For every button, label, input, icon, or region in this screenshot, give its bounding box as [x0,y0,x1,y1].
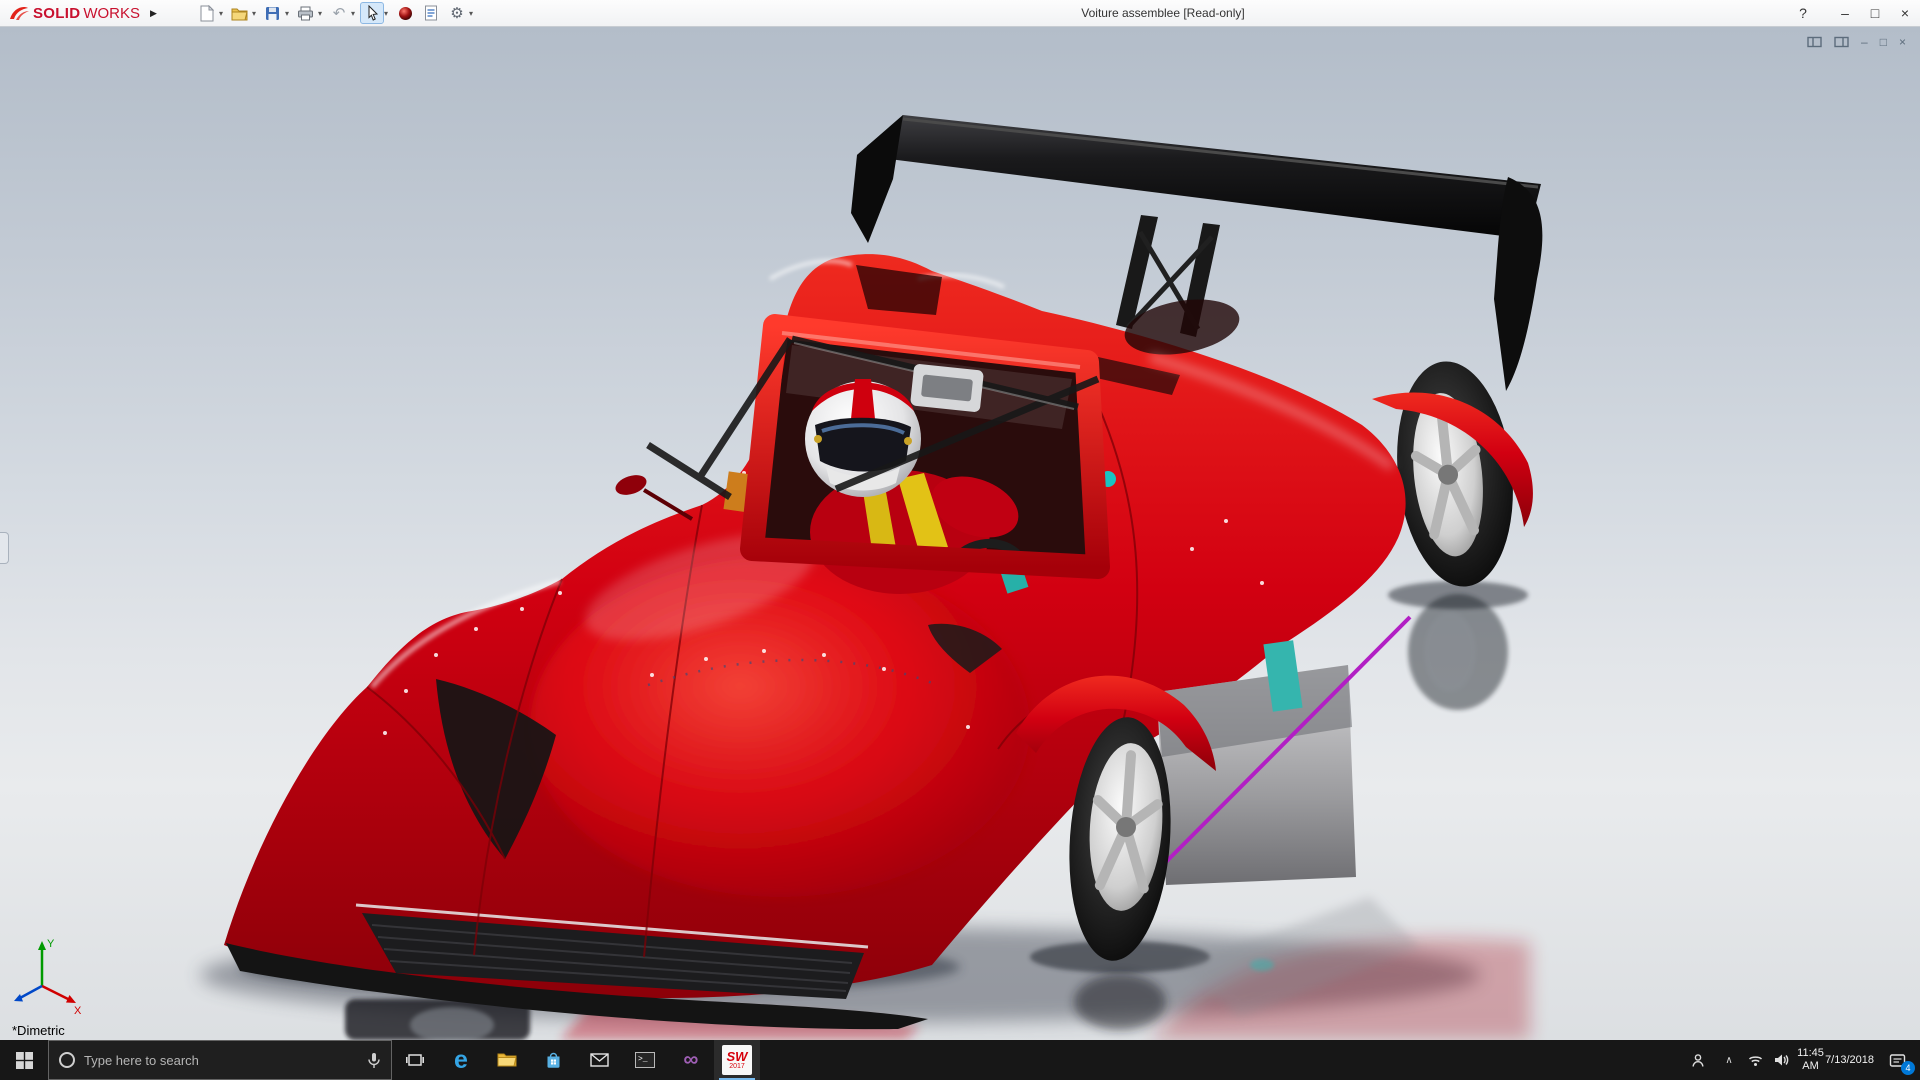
save-button[interactable] [261,2,285,24]
roof-intake [910,363,984,412]
close-button[interactable]: × [1890,0,1920,27]
featuremanager-flyout-tab[interactable] [0,532,9,564]
view-orientation-label: *Dimetric [12,1023,65,1038]
solidworks-2017-icon: SW 2017 [722,1045,752,1075]
pane-right-icon[interactable] [1834,35,1849,49]
windows-taskbar: Type here to search e [0,1040,1920,1080]
new-dropdown-caret[interactable]: ▾ [219,9,223,18]
taskbar-store-button[interactable] [530,1040,576,1080]
edge-icon: e [454,1048,468,1073]
axis-y-label: Y [47,938,55,950]
axis-x-label: X [74,1005,82,1017]
minimize-button[interactable]: – [1830,0,1860,27]
print-icon [297,6,314,21]
logo-text-works: WORKS [83,5,140,22]
cortana-icon [59,1052,75,1068]
windows-logo-icon [16,1052,33,1069]
doc-close-button[interactable]: × [1899,35,1906,49]
clock-time: 11:45 AM [1796,1047,1825,1073]
people-icon [1690,1053,1706,1068]
maximize-button[interactable]: □ [1860,0,1890,27]
volume-button[interactable] [1768,1040,1796,1080]
file-properties-button[interactable] [419,2,443,24]
graphics-area[interactable]: – □ × X Y *Dimetric [0,27,1920,1040]
document-window-controls: – □ × [1807,35,1906,49]
select-cursor-icon [366,5,379,21]
taskbar-edge-button[interactable]: e [438,1040,484,1080]
new-document-icon [199,5,214,22]
options-dropdown-caret[interactable]: ▾ [469,9,473,18]
save-floppy-icon [265,6,280,21]
search-placeholder: Type here to search [84,1053,358,1068]
doc-restore-button[interactable]: □ [1880,35,1887,49]
visual-studio-icon: ∞ [684,1048,699,1072]
view-sphere-icon [398,6,413,21]
speaker-icon [1774,1053,1790,1067]
document-title: Voiture assemblee [Read-only] [1081,0,1244,27]
dassault-swirl-icon [8,4,30,22]
options-button[interactable]: ⚙ [445,2,469,24]
new-document-button[interactable] [195,2,219,24]
clock-date: 7/13/2018 [1825,1054,1874,1067]
wifi-icon [1748,1054,1763,1067]
microsoft-store-icon [545,1051,562,1069]
start-button[interactable] [0,1040,48,1080]
file-properties-icon [424,5,438,21]
chevron-up-icon: ∧ [1725,1055,1732,1066]
command-prompt-icon: >_ [635,1052,655,1068]
show-hidden-icons-button[interactable]: ∧ [1716,1040,1742,1080]
select-dropdown-caret[interactable]: ▾ [384,9,388,18]
taskbar-solidworks-button[interactable]: SW 2017 [714,1040,760,1080]
search-box[interactable]: Type here to search [48,1040,392,1080]
help-button[interactable]: ? [1788,0,1818,27]
save-dropdown-caret[interactable]: ▾ [285,9,289,18]
menu-flyout-arrow[interactable]: ▶ [150,8,157,19]
task-view-icon [406,1052,424,1068]
model-viewport-canvas[interactable] [0,27,1920,1040]
open-folder-icon [231,6,248,21]
action-center-button[interactable]: 4 [1874,1040,1920,1080]
window-controls: ? – □ × [1788,0,1920,27]
system-tray: ∧ 11:45 AM 7/13/2018 [1680,1040,1920,1080]
open-button[interactable] [228,2,252,24]
doc-minimize-button[interactable]: – [1861,35,1868,49]
undo-icon: ↶ [333,4,346,22]
taskbar-mail-button[interactable] [576,1040,622,1080]
undo-dropdown-caret[interactable]: ▾ [351,9,355,18]
solidworks-logo[interactable]: SOLIDWORKS [0,4,144,22]
taskbar-visual-studio-button[interactable]: ∞ [668,1040,714,1080]
view-sphere-button[interactable] [393,2,417,24]
print-button[interactable] [294,2,318,24]
orientation-triad[interactable]: X Y [8,934,92,1018]
file-explorer-icon [497,1052,517,1068]
pane-left-icon[interactable] [1807,35,1822,49]
task-view-button[interactable] [392,1040,438,1080]
taskbar-clock[interactable]: 11:45 AM 7/13/2018 [1796,1040,1874,1080]
titlebar: SOLIDWORKS ▶ ▾ ▾ [0,0,1920,27]
rear-right-wheel[interactable] [1387,356,1524,593]
mail-icon [590,1053,609,1067]
microphone-icon[interactable] [367,1052,381,1069]
taskbar-file-explorer-button[interactable] [484,1040,530,1080]
network-button[interactable] [1742,1040,1768,1080]
select-tool-button[interactable] [360,2,384,24]
undo-button[interactable]: ↶ [327,2,351,24]
options-gear-icon: ⚙ [450,4,463,22]
logo-text-solid: SOLID [33,5,80,22]
print-dropdown-caret[interactable]: ▾ [318,9,322,18]
standard-toolbar: ▾ ▾ ▾ [193,2,476,24]
notification-badge: 4 [1901,1061,1915,1075]
open-dropdown-caret[interactable]: ▾ [252,9,256,18]
solidworks-window: SOLIDWORKS ▶ ▾ ▾ [0,0,1920,1080]
people-button[interactable] [1680,1040,1716,1080]
taskbar-command-prompt-button[interactable]: >_ [622,1040,668,1080]
